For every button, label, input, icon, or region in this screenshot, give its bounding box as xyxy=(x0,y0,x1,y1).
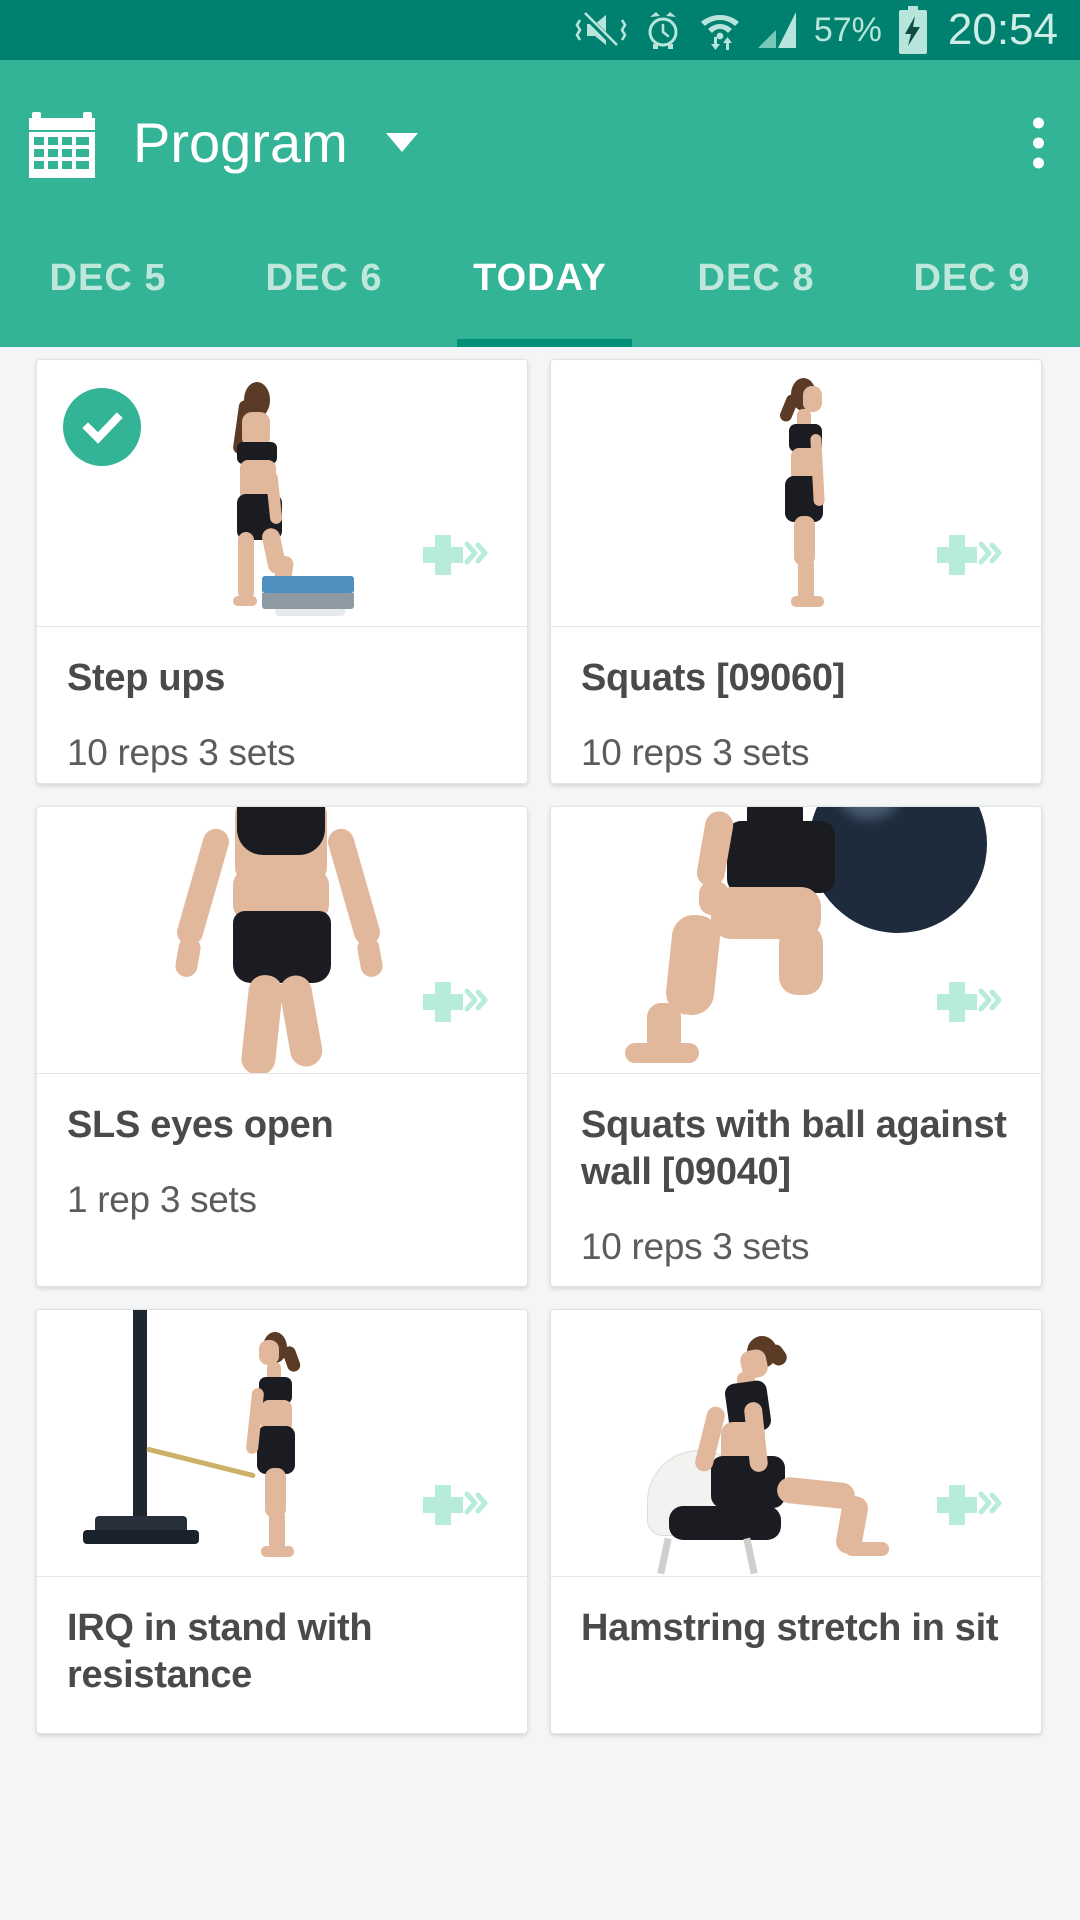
battery-percent-label: 57% xyxy=(813,10,882,49)
plus-motion-icon[interactable] xyxy=(417,976,489,1033)
plus-motion-icon[interactable] xyxy=(931,529,1003,586)
exercise-info: Squats with ball against wall [09040] 10… xyxy=(551,1074,1041,1286)
exercise-dosage: 10 reps 3 sets xyxy=(67,732,296,773)
exercise-info: Step ups 10 reps 3 sets xyxy=(37,627,527,783)
page-title: Program xyxy=(133,111,348,174)
exercise-card[interactable]: Squats with ball against wall [09040] 10… xyxy=(550,806,1042,1287)
tab-today[interactable]: TODAY xyxy=(432,225,648,300)
exercise-image[interactable] xyxy=(551,807,1041,1074)
exercise-grid: Step ups 10 reps 3 sets Squats [09060] 1… xyxy=(0,347,1080,1920)
calendar-icon[interactable] xyxy=(28,106,96,180)
exercise-title: IRQ in stand with resistance xyxy=(67,1607,373,1696)
chevron-down-icon[interactable] xyxy=(385,133,418,152)
plus-motion-icon[interactable] xyxy=(417,1479,489,1536)
exercise-dosage: 10 reps 3 sets xyxy=(581,1226,810,1267)
exercise-image[interactable] xyxy=(37,360,527,627)
exercise-dosage: 10 reps 3 sets xyxy=(581,732,810,773)
exercise-image[interactable] xyxy=(551,360,1041,627)
tab-dec-6[interactable]: DEC 6 xyxy=(216,225,432,300)
overflow-menu-icon[interactable] xyxy=(1033,117,1044,168)
exercise-card[interactable]: IRQ in stand with resistance xyxy=(36,1309,528,1734)
active-tab-indicator xyxy=(456,339,632,347)
tab-dec-8[interactable]: DEC 8 xyxy=(648,225,864,300)
exercise-title: Hamstring stretch in sit xyxy=(581,1607,999,1649)
date-tab-bar: DEC 5 DEC 6 TODAY DEC 8 DEC 9 xyxy=(0,225,1080,347)
exercise-title: Squats [09060] xyxy=(581,657,846,699)
status-badge xyxy=(63,388,141,466)
exercise-image[interactable] xyxy=(37,807,527,1074)
app-bar: Program xyxy=(0,60,1080,225)
exercise-info: SLS eyes open 1 rep 3 sets xyxy=(37,1074,527,1286)
exercise-card[interactable]: SLS eyes open 1 rep 3 sets xyxy=(36,806,528,1287)
exercise-dosage: 1 rep 3 sets xyxy=(67,1179,257,1220)
exercise-info: Squats [09060] 10 reps 3 sets xyxy=(551,627,1041,783)
plus-motion-icon[interactable] xyxy=(931,1479,1003,1536)
wifi-icon xyxy=(700,15,739,50)
vibrate-mute-icon xyxy=(575,11,627,49)
exercise-image[interactable] xyxy=(37,1310,527,1577)
signal-icon xyxy=(757,12,796,48)
alarm-clock-icon xyxy=(648,12,678,49)
exercise-title: Step ups xyxy=(67,657,226,699)
exercise-card[interactable]: Hamstring stretch in sit xyxy=(550,1309,1042,1734)
exercise-card[interactable]: Squats [09060] 10 reps 3 sets xyxy=(550,359,1042,784)
battery-charging-icon xyxy=(898,6,927,54)
check-circle-icon xyxy=(82,412,123,444)
clock-label: 20:54 xyxy=(947,5,1058,54)
tab-dec-9[interactable]: DEC 9 xyxy=(864,225,1080,300)
exercise-card[interactable]: Step ups 10 reps 3 sets xyxy=(36,359,528,784)
exercise-title: Squats with ball against wall [09040] xyxy=(581,1104,1007,1193)
exercise-info: Hamstring stretch in sit xyxy=(551,1577,1041,1733)
plus-motion-icon[interactable] xyxy=(417,529,489,586)
exercise-title: SLS eyes open xyxy=(67,1104,334,1146)
exercise-info: IRQ in stand with resistance xyxy=(37,1577,527,1733)
plus-motion-icon[interactable] xyxy=(931,976,1003,1033)
status-bar: 57% 20:54 xyxy=(0,0,1080,60)
tab-dec-5[interactable]: DEC 5 xyxy=(0,225,216,300)
exercise-image[interactable] xyxy=(551,1310,1041,1577)
